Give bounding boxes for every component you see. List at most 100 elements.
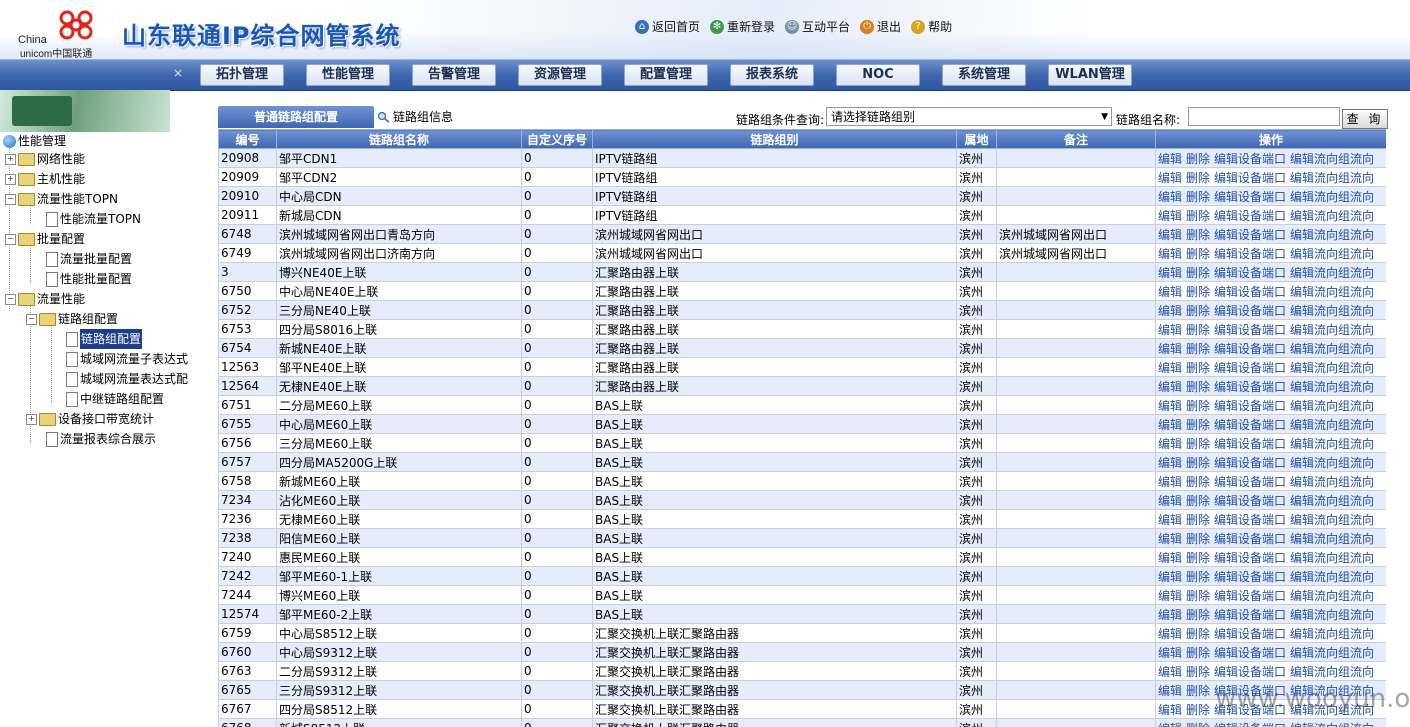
tree-item-perf-batch[interactable]: 性能批量配置 bbox=[46, 269, 132, 289]
edit-flow-direction-link[interactable]: 编辑流向组流向 bbox=[1290, 494, 1374, 508]
delete-link[interactable]: 删除 bbox=[1186, 171, 1210, 185]
edit-device-port-link[interactable]: 编辑设备端口 bbox=[1214, 171, 1286, 185]
delete-link[interactable]: 删除 bbox=[1186, 665, 1210, 679]
delete-link[interactable]: 删除 bbox=[1186, 551, 1210, 565]
collapse-icon[interactable]: − bbox=[5, 293, 16, 305]
edit-device-port-link[interactable]: 编辑设备端口 bbox=[1214, 399, 1286, 413]
edit-flow-direction-link[interactable]: 编辑流向组流向 bbox=[1290, 399, 1374, 413]
edit-link[interactable]: 编辑 bbox=[1158, 608, 1182, 622]
edit-device-port-link[interactable]: 编辑设备端口 bbox=[1214, 494, 1286, 508]
edit-device-port-link[interactable]: 编辑设备端口 bbox=[1214, 342, 1286, 356]
linkgroup-name-input[interactable] bbox=[1188, 107, 1340, 126]
delete-link[interactable]: 删除 bbox=[1186, 437, 1210, 451]
expand-icon[interactable]: + bbox=[5, 173, 16, 185]
edit-link[interactable]: 编辑 bbox=[1158, 361, 1182, 375]
edit-device-port-link[interactable]: 编辑设备端口 bbox=[1214, 722, 1286, 727]
tree-item-linkgroup-config-selected[interactable]: 链路组配置 bbox=[66, 329, 143, 349]
edit-device-port-link[interactable]: 编辑设备端口 bbox=[1214, 551, 1286, 565]
tree-item-metro-expr[interactable]: 城域网流量表达式配 bbox=[66, 369, 188, 389]
delete-link[interactable]: 删除 bbox=[1186, 456, 1210, 470]
collapse-icon[interactable]: − bbox=[5, 233, 16, 245]
tree-item-traffic-topn[interactable]: − 流量性能TOPN bbox=[5, 189, 118, 209]
edit-flow-direction-link[interactable]: 编辑流向组流向 bbox=[1290, 266, 1374, 280]
edit-link[interactable]: 编辑 bbox=[1158, 418, 1182, 432]
edit-flow-direction-link[interactable]: 编辑流向组流向 bbox=[1290, 570, 1374, 584]
delete-link[interactable]: 删除 bbox=[1186, 722, 1210, 727]
edit-device-port-link[interactable]: 编辑设备端口 bbox=[1214, 532, 1286, 546]
edit-flow-direction-link[interactable]: 编辑流向组流向 bbox=[1290, 418, 1374, 432]
edit-link[interactable]: 编辑 bbox=[1158, 627, 1182, 641]
col-header-group-type[interactable]: 链路组别 bbox=[592, 129, 957, 149]
tree-item-perf-traffic-topn[interactable]: 性能流量TOPN bbox=[46, 209, 141, 229]
edit-link[interactable]: 编辑 bbox=[1158, 437, 1182, 451]
tree-item-host-perf[interactable]: + 主机性能 bbox=[5, 169, 85, 189]
edit-flow-direction-link[interactable]: 编辑流向组流向 bbox=[1290, 589, 1374, 603]
tab-wlan[interactable]: WLAN管理 bbox=[1048, 64, 1132, 86]
tree-item-trunk-linkgroup[interactable]: 中继链路组配置 bbox=[66, 389, 164, 409]
edit-link[interactable]: 编辑 bbox=[1158, 532, 1182, 546]
delete-link[interactable]: 删除 bbox=[1186, 684, 1210, 698]
edit-device-port-link[interactable]: 编辑设备端口 bbox=[1214, 266, 1286, 280]
tab-config[interactable]: 配置管理 bbox=[624, 64, 708, 86]
edit-flow-direction-link[interactable]: 编辑流向组流向 bbox=[1290, 475, 1374, 489]
linkgroup-type-select[interactable]: 请选择链路组别 ▼ bbox=[826, 107, 1112, 126]
edit-device-port-link[interactable]: 编辑设备端口 bbox=[1214, 304, 1286, 318]
edit-device-port-link[interactable]: 编辑设备端口 bbox=[1214, 152, 1286, 166]
delete-link[interactable]: 删除 bbox=[1186, 380, 1210, 394]
edit-link[interactable]: 编辑 bbox=[1158, 475, 1182, 489]
edit-flow-direction-link[interactable]: 编辑流向组流向 bbox=[1290, 532, 1374, 546]
logout-link[interactable]: ⏻ 退出 bbox=[860, 18, 901, 35]
edit-link[interactable]: 编辑 bbox=[1158, 551, 1182, 565]
delete-link[interactable]: 删除 bbox=[1186, 418, 1210, 432]
delete-link[interactable]: 删除 bbox=[1186, 266, 1210, 280]
edit-device-port-link[interactable]: 编辑设备端口 bbox=[1214, 589, 1286, 603]
edit-flow-direction-link[interactable]: 编辑流向组流向 bbox=[1290, 665, 1374, 679]
edit-link[interactable]: 编辑 bbox=[1158, 589, 1182, 603]
col-header-custom-seq[interactable]: 自定义序号 bbox=[521, 129, 593, 149]
delete-link[interactable]: 删除 bbox=[1186, 608, 1210, 622]
edit-device-port-link[interactable]: 编辑设备端口 bbox=[1214, 570, 1286, 584]
tab-noc[interactable]: NOC bbox=[836, 64, 920, 86]
tab-system[interactable]: 系统管理 bbox=[942, 64, 1026, 86]
edit-device-port-link[interactable]: 编辑设备端口 bbox=[1214, 418, 1286, 432]
edit-device-port-link[interactable]: 编辑设备端口 bbox=[1214, 247, 1286, 261]
tree-item-traffic-batch[interactable]: 流量批量配置 bbox=[46, 249, 132, 269]
edit-flow-direction-link[interactable]: 编辑流向组流向 bbox=[1290, 190, 1374, 204]
edit-link[interactable]: 编辑 bbox=[1158, 722, 1182, 727]
delete-link[interactable]: 删除 bbox=[1186, 209, 1210, 223]
delete-link[interactable]: 删除 bbox=[1186, 152, 1210, 166]
edit-flow-direction-link[interactable]: 编辑流向组流向 bbox=[1290, 247, 1374, 261]
delete-link[interactable]: 删除 bbox=[1186, 190, 1210, 204]
edit-device-port-link[interactable]: 编辑设备端口 bbox=[1214, 285, 1286, 299]
edit-flow-direction-link[interactable]: 编辑流向组流向 bbox=[1290, 513, 1374, 527]
edit-flow-direction-link[interactable]: 编辑流向组流向 bbox=[1290, 171, 1374, 185]
edit-device-port-link[interactable]: 编辑设备端口 bbox=[1214, 323, 1286, 337]
edit-flow-direction-link[interactable]: 编辑流向组流向 bbox=[1290, 152, 1374, 166]
edit-device-port-link[interactable]: 编辑设备端口 bbox=[1214, 646, 1286, 660]
tree-item-linkgroup-config[interactable]: − 链路组配置 bbox=[26, 309, 118, 329]
edit-flow-direction-link[interactable]: 编辑流向组流向 bbox=[1290, 304, 1374, 318]
col-header-id[interactable]: 编号 bbox=[218, 129, 277, 149]
relogin-link[interactable]: ✻ 重新登录 bbox=[710, 18, 775, 35]
delete-link[interactable]: 删除 bbox=[1186, 570, 1210, 584]
tree-item-metro-subexpr[interactable]: 城域网流量子表达式 bbox=[66, 349, 188, 369]
delete-link[interactable]: 删除 bbox=[1186, 304, 1210, 318]
edit-flow-direction-link[interactable]: 编辑流向组流向 bbox=[1290, 456, 1374, 470]
delete-link[interactable]: 删除 bbox=[1186, 532, 1210, 546]
edit-link[interactable]: 编辑 bbox=[1158, 684, 1182, 698]
tab-performance[interactable]: 性能管理 bbox=[306, 64, 390, 86]
edit-link[interactable]: 编辑 bbox=[1158, 703, 1182, 717]
delete-link[interactable]: 删除 bbox=[1186, 513, 1210, 527]
col-header-region[interactable]: 属地 bbox=[956, 129, 997, 149]
collapse-icon[interactable]: − bbox=[5, 193, 16, 205]
edit-flow-direction-link[interactable]: 编辑流向组流向 bbox=[1290, 361, 1374, 375]
edit-flow-direction-link[interactable]: 编辑流向组流向 bbox=[1290, 608, 1374, 622]
delete-link[interactable]: 删除 bbox=[1186, 646, 1210, 660]
delete-link[interactable]: 删除 bbox=[1186, 399, 1210, 413]
delete-link[interactable]: 删除 bbox=[1186, 361, 1210, 375]
tab-resource[interactable]: 资源管理 bbox=[518, 64, 602, 86]
col-header-name[interactable]: 链路组名称 bbox=[276, 129, 522, 149]
edit-flow-direction-link[interactable]: 编辑流向组流向 bbox=[1290, 228, 1374, 242]
tab-topology[interactable]: 拓扑管理 bbox=[200, 64, 284, 86]
edit-link[interactable]: 编辑 bbox=[1158, 285, 1182, 299]
